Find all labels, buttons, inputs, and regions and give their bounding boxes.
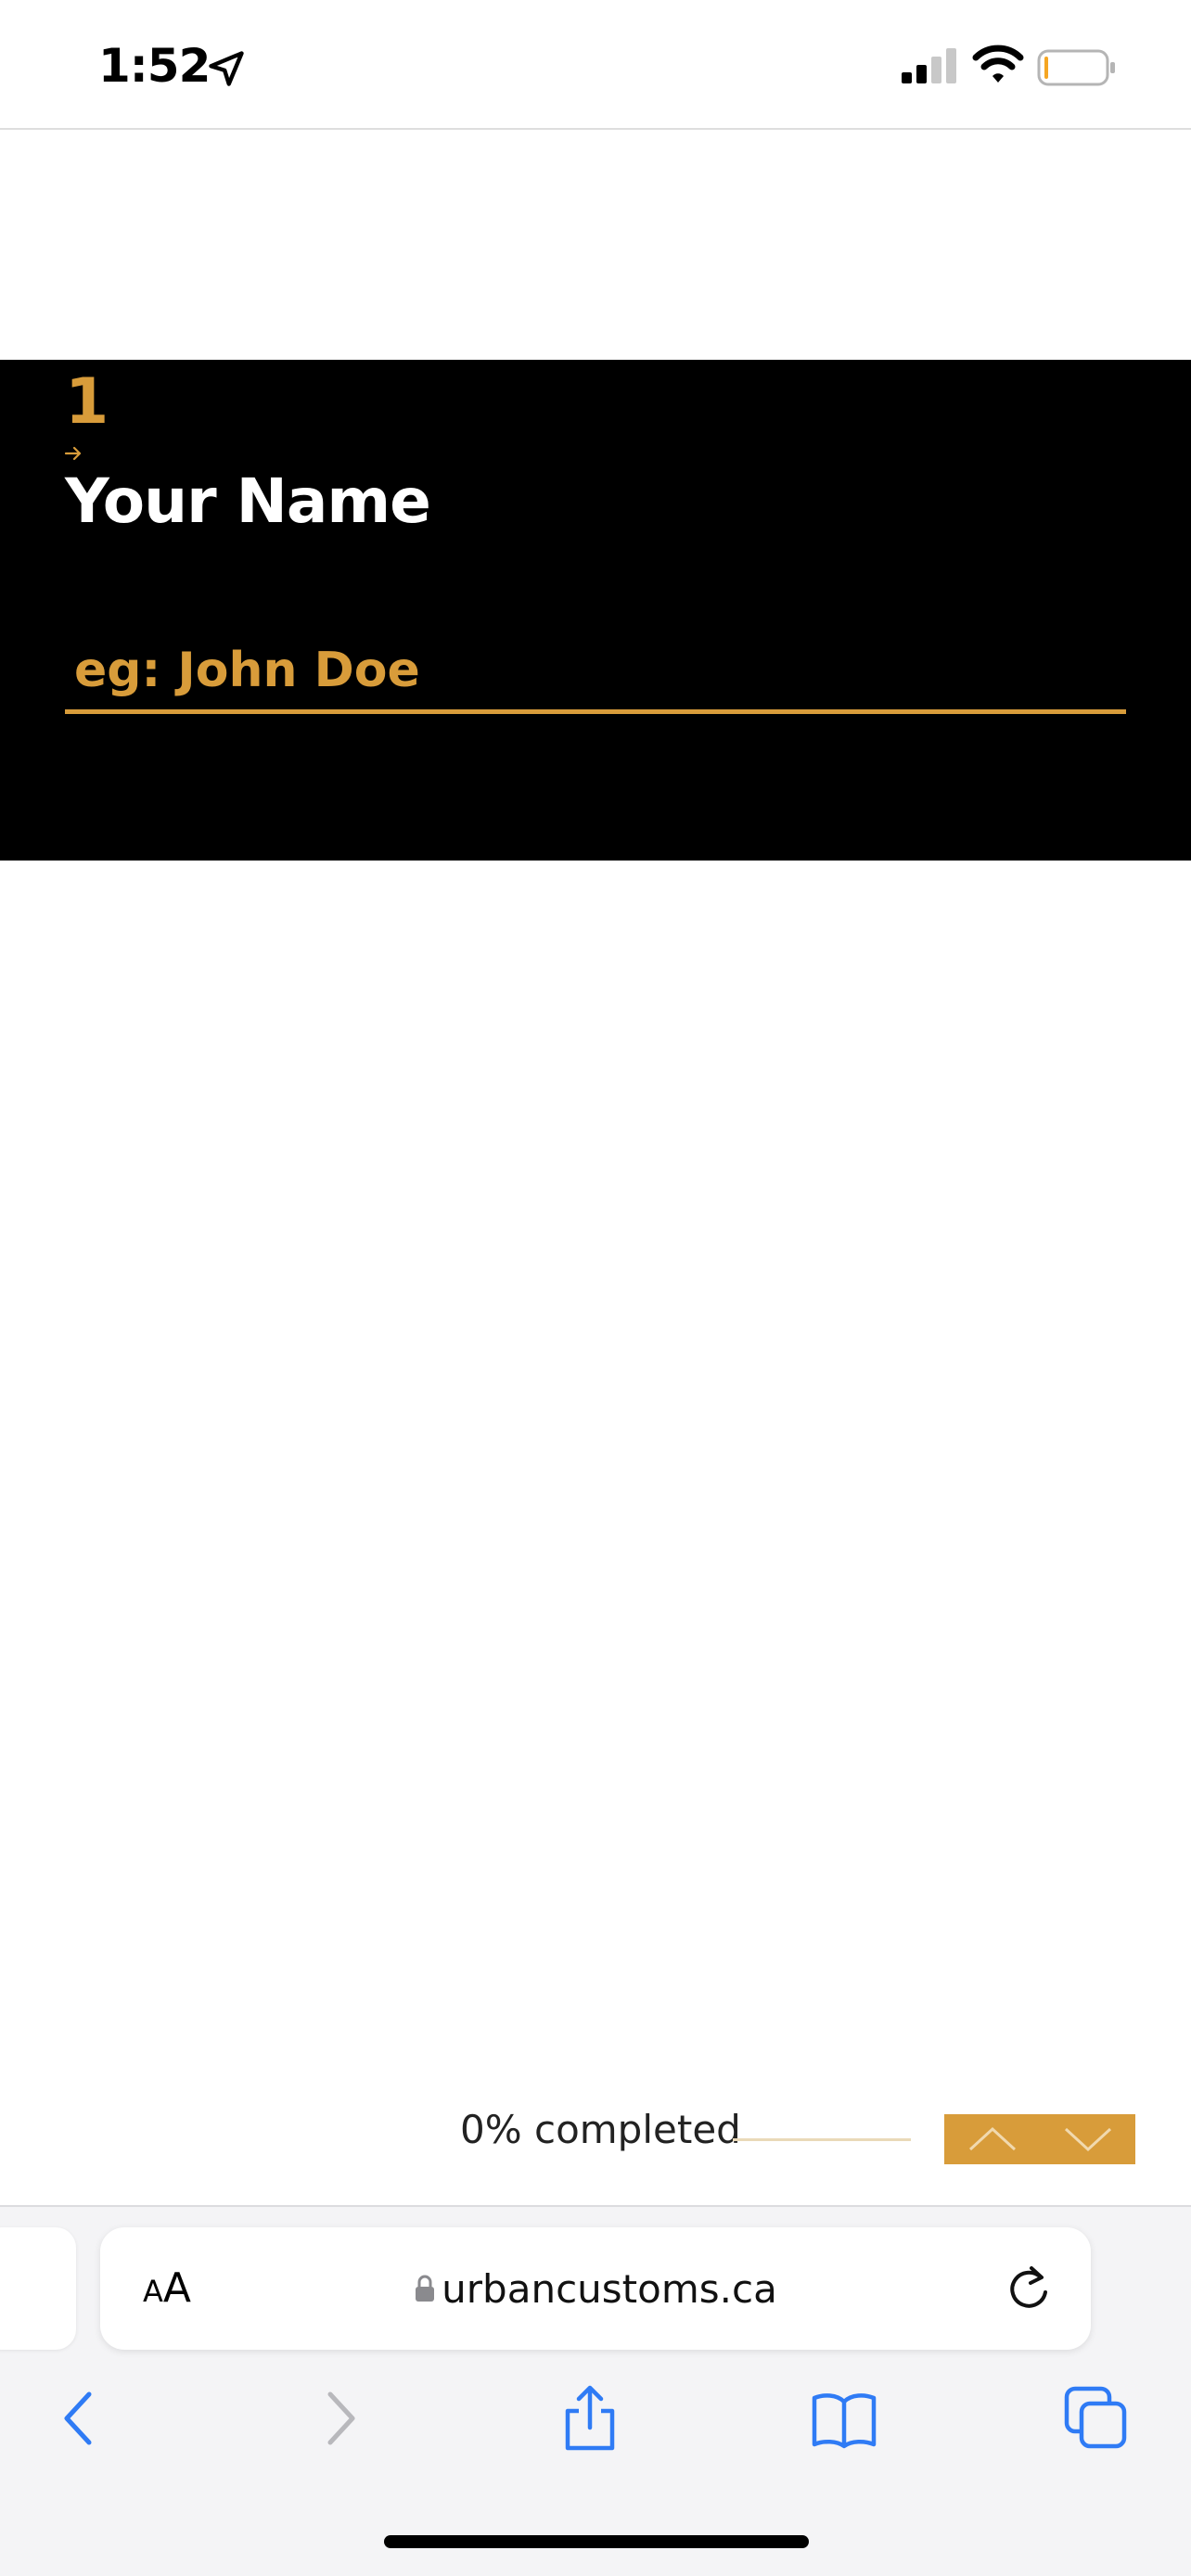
share-button[interactable] [553, 2383, 627, 2454]
next-question-button[interactable] [1040, 2114, 1135, 2164]
status-time: 1:52 [98, 39, 211, 93]
forward-icon [327, 2391, 355, 2445]
battery-icon [1037, 49, 1115, 86]
question-nav [944, 2114, 1135, 2164]
wifi-icon [972, 45, 1024, 83]
back-button[interactable] [43, 2383, 117, 2454]
question-panel [0, 360, 1191, 861]
progress-bar [733, 2138, 911, 2141]
previous-tab-preview[interactable] [0, 2227, 76, 2350]
status-bar: 1:52 [0, 0, 1191, 130]
cellular-signal-icon [902, 48, 956, 83]
bookmarks-button[interactable] [807, 2383, 881, 2454]
chevron-down-icon [1064, 2127, 1111, 2152]
forward-button[interactable] [302, 2383, 377, 2454]
lock-icon [416, 2275, 435, 2302]
address-bar[interactable]: AA urbancustoms.ca [100, 2227, 1091, 2350]
question-title: Your Name [65, 465, 431, 537]
back-icon [64, 2391, 92, 2445]
name-input[interactable] [65, 631, 1126, 714]
location-arrow-icon [209, 51, 244, 86]
tabs-icon [1064, 2386, 1127, 2449]
share-icon [565, 2385, 615, 2451]
url-text[interactable]: urbancustoms.ca [442, 2266, 777, 2312]
question-number: 1 [65, 365, 109, 439]
home-indicator [384, 2535, 809, 2548]
previous-question-button[interactable] [944, 2114, 1040, 2164]
chevron-up-icon [968, 2126, 1016, 2151]
bookmarks-icon [812, 2393, 877, 2449]
tabs-button[interactable] [1059, 2383, 1133, 2454]
progress-label: 0% completed [460, 2107, 741, 2152]
right-arrow-icon [64, 446, 82, 461]
reload-icon[interactable] [1004, 2263, 1054, 2315]
